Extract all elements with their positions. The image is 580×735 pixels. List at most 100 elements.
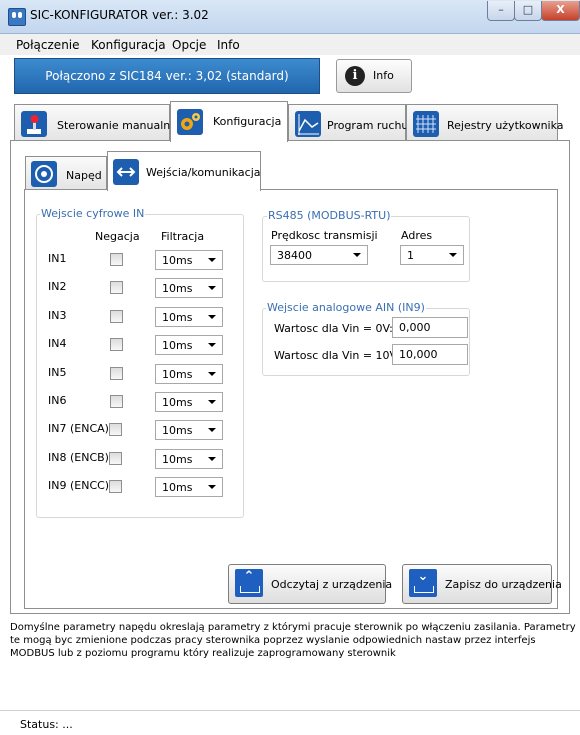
filter-value: 10ms: [162, 368, 193, 381]
filter-value: 10ms: [162, 339, 193, 352]
motion-graph-icon: [295, 111, 321, 137]
filter-select[interactable]: 10ms: [155, 307, 223, 327]
negation-checkbox[interactable]: [109, 423, 122, 436]
tab-naped[interactable]: Napęd: [25, 156, 107, 190]
tab-label: Program ruchu: [327, 119, 409, 132]
negation-checkbox[interactable]: [110, 281, 123, 294]
filter-header: Filtracja: [161, 230, 205, 243]
filter-select[interactable]: 10ms: [155, 449, 223, 469]
chevron-down-icon: [208, 428, 216, 432]
negation-checkbox[interactable]: [110, 395, 123, 408]
filter-value: 10ms: [162, 311, 193, 324]
v0-value: 0,000: [399, 321, 431, 334]
write-button-label: Zapisz do urządzenia: [445, 578, 562, 591]
connection-status: Połączono z SIC184 ver.: 3,02 (standard): [14, 58, 320, 94]
read-button-label: Odczytaj z urządzenia: [271, 578, 393, 591]
input-label: IN9 (ENCC): [48, 479, 110, 492]
menu-konfiguracja[interactable]: Konfiguracja: [91, 38, 166, 52]
info-button-label: Info: [373, 69, 394, 82]
chevron-down-icon: [208, 372, 216, 376]
tab-label: Wejścia/komunikacja: [146, 166, 261, 179]
negation-checkbox[interactable]: [110, 338, 123, 351]
speed-select[interactable]: 38400: [270, 245, 368, 265]
minimize-button[interactable]: –: [487, 1, 515, 21]
menu-info[interactable]: Info: [217, 38, 240, 52]
tab-sterowanie-manualne[interactable]: Sterowanie manualne: [14, 104, 177, 141]
input-label: IN6: [48, 394, 67, 407]
address-select[interactable]: 1: [400, 245, 464, 265]
filter-select[interactable]: 10ms: [155, 335, 223, 355]
filter-select[interactable]: 10ms: [155, 364, 223, 384]
input-label: IN1: [48, 252, 67, 265]
analog-input-title: Wejscie analogowe AIN (IN9): [266, 301, 426, 314]
input-label: IN7 (ENCA): [48, 422, 109, 435]
download-icon: ⌄: [409, 569, 437, 597]
negation-checkbox[interactable]: [110, 367, 123, 380]
chevron-down-icon: [208, 457, 216, 461]
input-label: IN5: [48, 366, 67, 379]
info-button[interactable]: i Info: [336, 59, 412, 93]
close-button[interactable]: X: [541, 1, 580, 21]
address-value: 1: [407, 249, 414, 262]
filter-value: 10ms: [162, 396, 193, 409]
info-icon: i: [345, 66, 365, 86]
v10-value: 10,000: [399, 348, 438, 361]
tab-label: Rejestry użytkownika: [447, 119, 564, 132]
v0-label: Wartosc dla Vin = 0V:: [274, 322, 393, 335]
description-text: Domyślne parametry napędu okreslają para…: [10, 622, 576, 659]
filter-select[interactable]: 10ms: [155, 392, 223, 412]
negation-checkbox[interactable]: [109, 480, 122, 493]
speed-label: Prędkosc transmisji: [271, 229, 378, 242]
gears-icon: [177, 109, 203, 135]
filter-select[interactable]: 10ms: [155, 250, 223, 270]
filter-select[interactable]: 10ms: [155, 278, 223, 298]
tab-konfiguracja[interactable]: Konfiguracja: [170, 101, 288, 142]
input-label: IN3: [48, 309, 67, 322]
v10-label: Wartosc dla Vin = 10V:: [274, 349, 400, 362]
app-icon: [8, 8, 26, 26]
filter-value: 10ms: [162, 481, 193, 494]
chevron-down-icon: [208, 400, 216, 404]
input-label: IN4: [48, 337, 67, 350]
maximize-button[interactable]: □: [514, 1, 542, 21]
filter-value: 10ms: [162, 453, 193, 466]
tab-wejscia-komunikacja[interactable]: Wejścia/komunikacja: [107, 151, 261, 191]
tab-rejestry-uzytkownika[interactable]: Rejestry użytkownika: [406, 104, 564, 141]
v0-input[interactable]: 0,000: [392, 317, 468, 338]
negation-checkbox[interactable]: [110, 310, 123, 323]
chevron-down-icon: [208, 315, 216, 319]
filter-select[interactable]: 10ms: [155, 420, 223, 440]
negation-checkbox[interactable]: [109, 452, 122, 465]
speed-value: 38400: [277, 249, 312, 262]
read-from-device-button[interactable]: ⌃ Odczytaj z urządzenia: [228, 564, 392, 604]
digital-inputs-title: Wejscie cyfrowe IN: [40, 207, 146, 220]
window-title: SIC-KONFIGURATOR ver.: 3.02: [30, 8, 209, 22]
negation-checkbox[interactable]: [110, 253, 123, 266]
v10-input[interactable]: 10,000: [392, 344, 468, 365]
joystick-icon: [21, 111, 47, 137]
tab-label: Konfiguracja: [213, 115, 282, 128]
menu-opcje[interactable]: Opcje: [172, 38, 206, 52]
chevron-down-icon: [208, 258, 216, 262]
menu-polaczenie[interactable]: Połączenie: [16, 38, 80, 52]
filter-value: 10ms: [162, 282, 193, 295]
write-to-device-button[interactable]: ⌄ Zapisz do urządzenia: [402, 564, 562, 604]
filter-select[interactable]: 10ms: [155, 477, 223, 497]
menu-bar: [0, 34, 580, 55]
chevron-down-icon: [208, 286, 216, 290]
input-label: IN2: [48, 280, 67, 293]
register-grid-icon: [413, 111, 439, 137]
drive-icon: [31, 161, 57, 187]
status-text: Status: ...: [20, 718, 73, 731]
chevron-down-icon: [449, 253, 457, 257]
filter-value: 10ms: [162, 254, 193, 267]
upload-icon: ⌃: [235, 569, 263, 597]
tab-program-ruchu[interactable]: Program ruchu: [288, 104, 409, 141]
tab-label: Napęd: [66, 169, 102, 182]
chevron-down-icon: [208, 343, 216, 347]
input-label: IN8 (ENCB): [48, 451, 109, 464]
filter-value: 10ms: [162, 424, 193, 437]
chevron-down-icon: [353, 253, 361, 257]
chevron-down-icon: [208, 485, 216, 489]
address-label: Adres: [401, 229, 433, 242]
